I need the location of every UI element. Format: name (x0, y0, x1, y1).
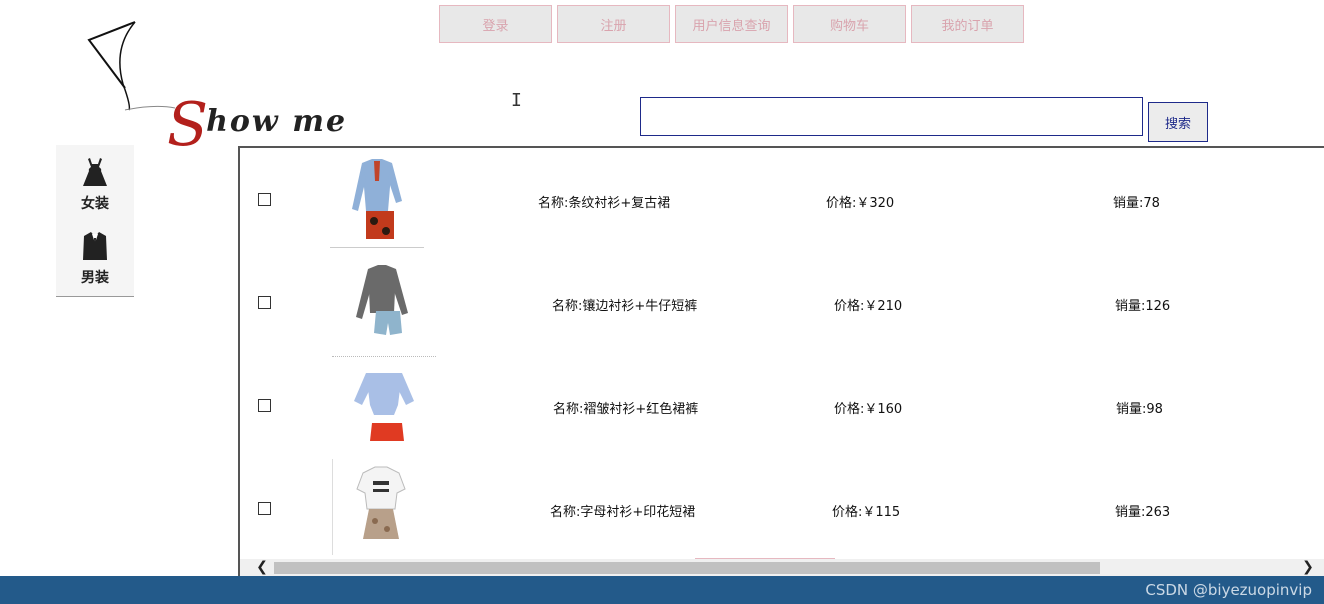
product-checkbox[interactable] (258, 296, 271, 309)
category-men-label: 男装 (81, 270, 109, 286)
watermark: CSDN @biyezuopinvip (1145, 581, 1312, 599)
scroll-left-icon[interactable]: ❮ (252, 559, 272, 576)
scroll-right-icon[interactable]: ❯ (1298, 559, 1318, 576)
horizontal-scrollbar[interactable]: ❮ ❯ (240, 559, 1324, 576)
product-row: 名称:褶皱衬衫+红色裙裤 价格:￥160 销量:98 (240, 354, 1324, 457)
product-sales: 销量:126 (1115, 299, 1171, 314)
product-name: 名称:镶边衬衫+牛仔短裤 (552, 299, 698, 314)
category-women-label: 女装 (81, 196, 109, 212)
text-cursor-icon: I (511, 90, 522, 111)
logo-rest: how me (206, 104, 348, 139)
scrollbar-thumb[interactable] (274, 562, 1100, 574)
product-row: 名称:字母衬衫+印花短裙 价格:￥115 销量:263 (240, 457, 1324, 560)
product-row: 名称:镶边衬衫+牛仔短裤 价格:￥210 销量:126 (240, 251, 1324, 354)
product-name: 名称:褶皱衬衫+红色裙裤 (553, 402, 699, 417)
logo-initial: S (167, 90, 211, 160)
product-name: 名称:字母衬衫+印花短裙 (550, 505, 696, 520)
product-price: 价格:￥115 (832, 505, 901, 520)
category-sidebar: 女装 男装 (56, 145, 134, 297)
product-checkbox[interactable] (258, 193, 271, 206)
product-checkbox[interactable] (258, 502, 271, 515)
logo-text: Show me (167, 76, 348, 160)
product-sales: 销量:263 (1115, 505, 1171, 520)
divider (695, 558, 835, 559)
product-list: 名称:条纹衬衫+复古裙 价格:￥320 销量:78 名称:镶边衬衫+牛仔短裤 价… (238, 146, 1324, 578)
site-logo[interactable]: Show me (85, 18, 385, 160)
category-men[interactable]: 男装 (56, 231, 134, 287)
user-info-query-button[interactable]: 用户信息查询 (675, 5, 788, 43)
top-nav: 登录 注册 用户信息查询 购物车 我的订单 (439, 5, 1024, 45)
product-name: 名称:条纹衬衫+复古裙 (538, 196, 671, 211)
suit-icon (83, 232, 107, 260)
product-image[interactable] (332, 459, 427, 555)
register-button[interactable]: 注册 (557, 5, 670, 43)
my-orders-button[interactable]: 我的订单 (911, 5, 1024, 43)
footer-bar (0, 576, 1324, 604)
product-sales: 销量:98 (1116, 402, 1163, 417)
dress-icon (83, 158, 107, 186)
product-sales: 销量:78 (1113, 196, 1160, 211)
category-women[interactable]: 女装 (56, 157, 134, 213)
product-image[interactable] (332, 356, 436, 453)
search-input[interactable] (640, 97, 1143, 136)
product-row: 名称:条纹衬衫+复古裙 价格:￥320 销量:78 (240, 148, 1324, 251)
login-button[interactable]: 登录 (439, 5, 552, 43)
product-checkbox[interactable] (258, 399, 271, 412)
cart-button[interactable]: 购物车 (793, 5, 906, 43)
product-image[interactable] (334, 255, 428, 351)
product-image[interactable] (330, 151, 424, 248)
product-price: 价格:￥320 (826, 196, 895, 211)
product-price: 价格:￥210 (834, 299, 903, 314)
product-price: 价格:￥160 (834, 402, 903, 417)
search-button[interactable]: 搜索 (1148, 102, 1208, 142)
